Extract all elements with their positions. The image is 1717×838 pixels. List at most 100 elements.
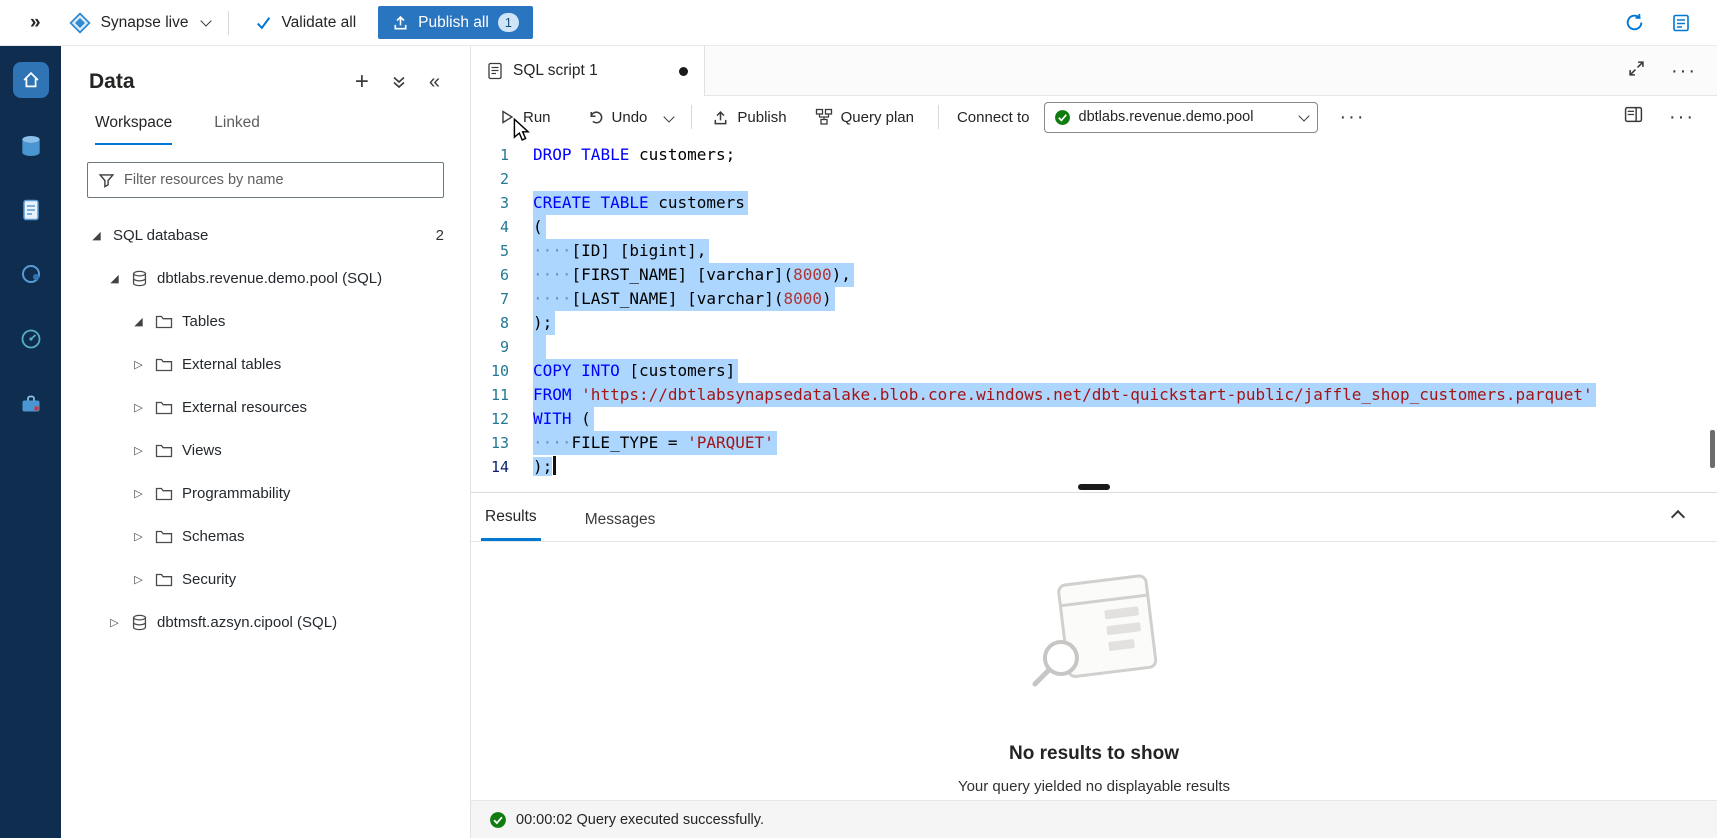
success-check-icon bbox=[1054, 109, 1071, 126]
divider bbox=[938, 105, 939, 129]
pool-selector[interactable]: dbtlabs.revenue.demo.pool bbox=[1044, 102, 1318, 133]
chevron-collapsed-icon[interactable]: ▷ bbox=[131, 358, 146, 371]
sql-code-editor[interactable]: 1DROP TABLE customers;23CREATE TABLE cus… bbox=[471, 138, 1717, 482]
undo-dropdown-icon[interactable] bbox=[657, 101, 681, 133]
chevron-down-icon bbox=[1298, 110, 1309, 121]
home-nav-icon[interactable] bbox=[0, 56, 61, 104]
manage-nav-icon[interactable] bbox=[0, 380, 61, 428]
code-line: 11FROM 'https://dbtlabsynapsedatalake.bl… bbox=[471, 383, 1717, 407]
chevron-collapsed-icon[interactable]: ▷ bbox=[131, 487, 146, 500]
code-line: 10COPY INTO [customers] bbox=[471, 359, 1717, 383]
line-number: 1 bbox=[471, 143, 533, 167]
check-icon bbox=[255, 14, 272, 31]
line-number: 7 bbox=[471, 287, 533, 311]
code-line: 8); bbox=[471, 311, 1717, 335]
play-icon bbox=[499, 109, 515, 125]
expand-editor-icon[interactable] bbox=[1628, 60, 1645, 82]
chevron-collapsed-icon[interactable]: ▷ bbox=[131, 444, 146, 457]
data-nav-icon[interactable] bbox=[0, 122, 61, 170]
monitor-nav-icon[interactable] bbox=[0, 315, 61, 363]
chevron-expanded-icon[interactable]: ◢ bbox=[107, 272, 122, 285]
integrate-nav-icon[interactable] bbox=[0, 250, 61, 298]
collapse-panel-icon[interactable]: « bbox=[429, 73, 440, 91]
query-plan-button[interactable]: Query plan bbox=[805, 101, 924, 133]
data-explorer-panel: Data + « Workspace Linked ◢SQL database2… bbox=[61, 46, 471, 838]
chevron-collapsed-icon[interactable]: ▷ bbox=[131, 401, 146, 414]
validate-all-button[interactable]: Validate all bbox=[247, 8, 364, 38]
chevron-expanded-icon[interactable]: ◢ bbox=[89, 229, 104, 242]
code-line: 14); bbox=[471, 455, 1717, 479]
folder-icon bbox=[155, 529, 173, 544]
tree-item-tables[interactable]: ◢Tables bbox=[61, 300, 470, 343]
filter-resources-input[interactable] bbox=[124, 172, 433, 188]
document-tabstrip: SQL script 1 ··· bbox=[471, 46, 1717, 96]
line-number: 3 bbox=[471, 191, 533, 215]
chevron-down-icon[interactable] bbox=[201, 15, 212, 26]
publish-button[interactable]: Publish bbox=[702, 101, 796, 133]
publish-count-badge: 1 bbox=[498, 13, 519, 32]
tree-item-label: dbtmsft.azsyn.cipool (SQL) bbox=[157, 614, 337, 631]
tab-workspace[interactable]: Workspace bbox=[95, 114, 172, 145]
tree-item-security[interactable]: ▷Security bbox=[61, 558, 470, 601]
tree-item-external-tables[interactable]: ▷External tables bbox=[61, 343, 470, 386]
tree-item-external-resources[interactable]: ▷ External resources bbox=[61, 386, 470, 429]
tree-item-dbtlabs-revenue-demo-pool-sql[interactable]: ◢ dbtlabs.revenue.demo.pool (SQL) bbox=[61, 257, 470, 300]
empty-title: No results to show bbox=[958, 743, 1230, 765]
database-icon bbox=[131, 270, 148, 287]
tree-item-dbtmsft-azsyn-cipool-sql[interactable]: ▷ dbtmsft.azsyn.cipool (SQL) bbox=[61, 601, 470, 644]
release-notes-icon[interactable] bbox=[1671, 13, 1691, 33]
develop-nav-icon[interactable] bbox=[0, 186, 61, 234]
collapse-results-icon[interactable] bbox=[1673, 509, 1683, 527]
connect-to-label: Connect to bbox=[957, 109, 1030, 126]
undo-button[interactable]: Undo bbox=[577, 101, 658, 133]
add-resource-icon[interactable]: + bbox=[355, 73, 369, 91]
tree-item-sql-database[interactable]: ◢SQL database2 bbox=[61, 214, 470, 257]
properties-panel-icon[interactable] bbox=[1624, 105, 1643, 129]
toolbar-more-icon[interactable]: ··· bbox=[1340, 112, 1366, 122]
publish-all-button[interactable]: Publish all 1 bbox=[378, 6, 533, 39]
tab-messages[interactable]: Messages bbox=[581, 511, 660, 541]
chevron-expanded-icon[interactable]: ◢ bbox=[131, 315, 146, 328]
code-line: 4( bbox=[471, 215, 1717, 239]
mode-selector[interactable]: Synapse live bbox=[101, 14, 189, 32]
undo-icon bbox=[587, 109, 604, 126]
tree-item-label: External resources bbox=[182, 399, 307, 416]
unsaved-indicator bbox=[679, 67, 688, 76]
tab-results[interactable]: Results bbox=[481, 508, 541, 541]
text-cursor bbox=[553, 456, 556, 475]
chevron-collapsed-icon[interactable]: ▷ bbox=[131, 530, 146, 543]
empty-subtitle: Your query yielded no displayable result… bbox=[958, 778, 1230, 795]
line-number: 4 bbox=[471, 215, 533, 239]
expand-panel-icon[interactable]: » bbox=[30, 12, 41, 34]
editor-scrollbar-thumb[interactable] bbox=[1710, 430, 1715, 468]
line-number: 6 bbox=[471, 263, 533, 287]
tab-sql-script-1[interactable]: SQL script 1 bbox=[471, 46, 705, 96]
tree-item-label: dbtlabs.revenue.demo.pool (SQL) bbox=[157, 270, 382, 287]
tab-linked[interactable]: Linked bbox=[214, 114, 260, 145]
line-number: 12 bbox=[471, 407, 533, 431]
collapse-all-icon[interactable] bbox=[391, 74, 407, 90]
divider bbox=[228, 11, 229, 35]
tree-item-schemas[interactable]: ▷ Schemas bbox=[61, 515, 470, 558]
code-line: 6····[FIRST_NAME] [varchar](8000), bbox=[471, 263, 1717, 287]
tab-more-options-icon[interactable]: ··· bbox=[1671, 66, 1697, 76]
tree-item-programmability[interactable]: ▷Programmability bbox=[61, 472, 470, 515]
item-count: 2 bbox=[436, 227, 444, 244]
chevron-collapsed-icon[interactable]: ▷ bbox=[131, 573, 146, 586]
panel-title: Data bbox=[89, 70, 333, 94]
code-line: 13····FILE_TYPE = 'PARQUET' bbox=[471, 431, 1717, 455]
tree-item-label: Views bbox=[182, 442, 222, 459]
line-number: 10 bbox=[471, 359, 533, 383]
line-number: 14 bbox=[471, 455, 533, 479]
splitter-handle[interactable] bbox=[1078, 484, 1110, 490]
line-number: 9 bbox=[471, 335, 533, 359]
code-line: 7····[LAST_NAME] [varchar](8000) bbox=[471, 287, 1717, 311]
editor-more-icon[interactable]: ··· bbox=[1669, 112, 1695, 122]
synapse-logo-icon bbox=[69, 12, 91, 34]
divider bbox=[691, 105, 692, 129]
run-button[interactable]: Run bbox=[489, 101, 561, 133]
tree-item-views[interactable]: ▷ Views bbox=[61, 429, 470, 472]
chevron-collapsed-icon[interactable]: ▷ bbox=[107, 616, 122, 629]
tree-item-label: Schemas bbox=[182, 528, 245, 545]
refresh-icon[interactable] bbox=[1624, 12, 1645, 33]
